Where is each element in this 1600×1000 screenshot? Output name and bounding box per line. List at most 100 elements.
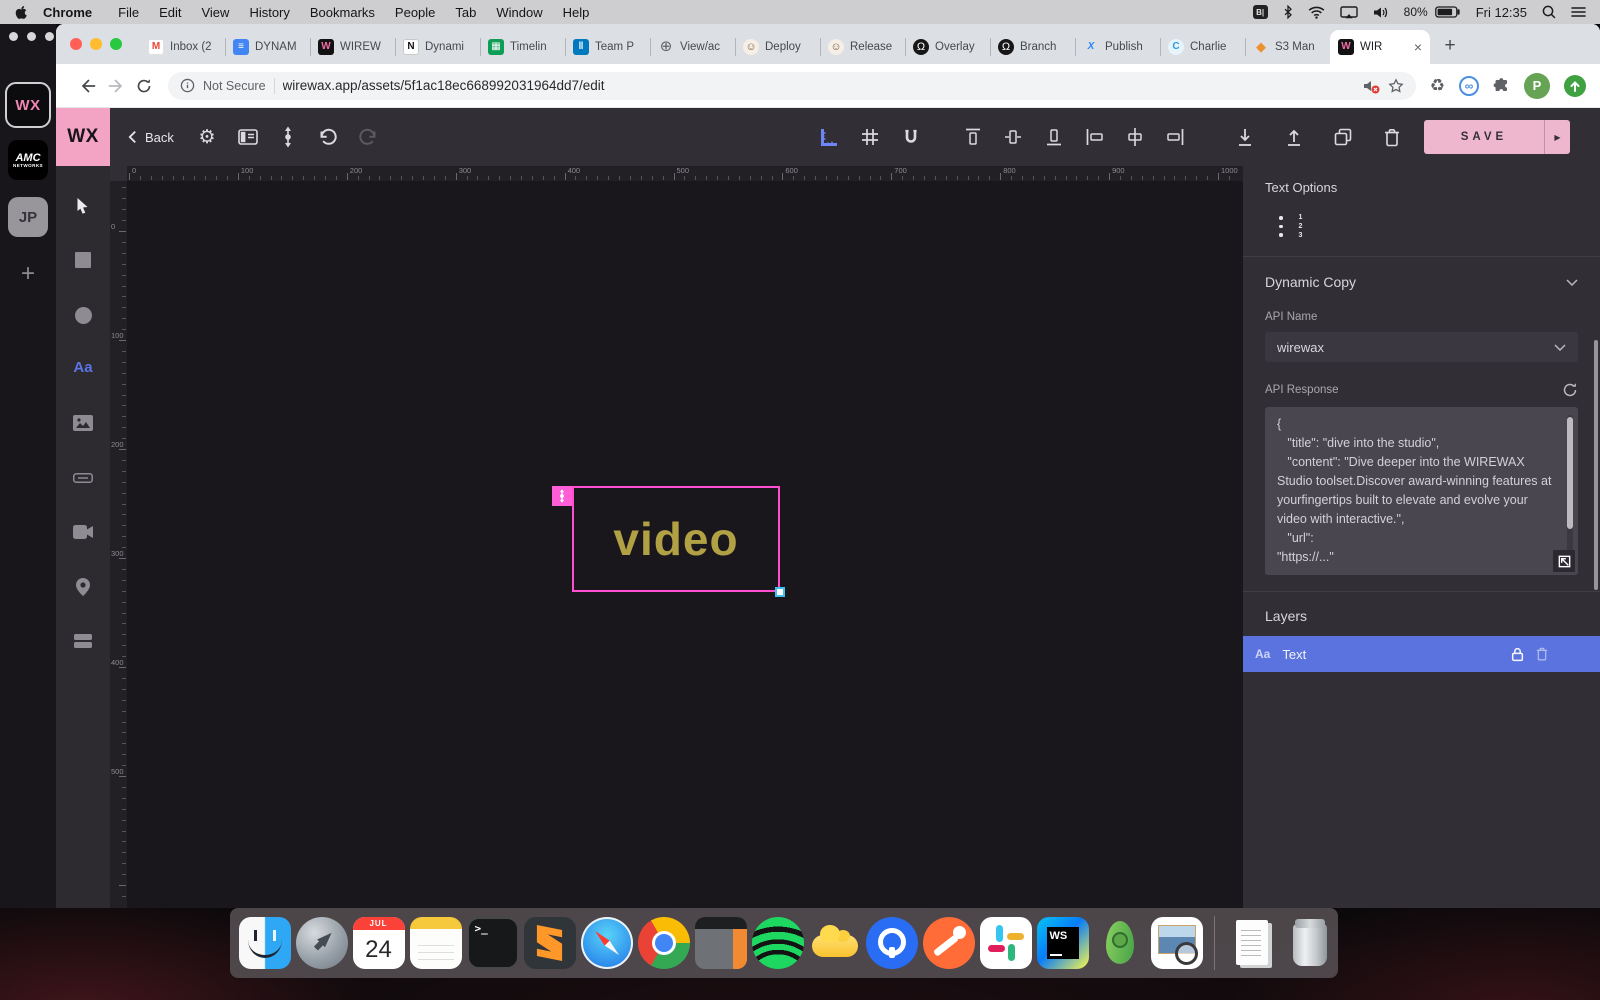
image-tool[interactable] — [56, 405, 110, 441]
redo-icon[interactable] — [355, 124, 381, 150]
video-tool[interactable] — [56, 514, 110, 550]
battery-icon[interactable] — [1435, 6, 1461, 18]
workspace-jp-avatar[interactable]: JP — [8, 197, 48, 237]
spotlight-icon[interactable] — [1542, 5, 1556, 19]
lock-icon[interactable] — [1511, 647, 1524, 662]
tab-google-docs[interactable]: ≡DYNAM — [225, 30, 310, 64]
canvas-text-element[interactable]: video — [572, 486, 780, 592]
close-icon[interactable]: × — [1414, 39, 1422, 55]
tab-wirewax[interactable]: WWIREW — [310, 30, 395, 64]
dynamic-copy-section[interactable]: Dynamic Copy — [1243, 274, 1600, 290]
input-source-icon[interactable]: B| — [1253, 5, 1268, 19]
grid-icon[interactable] — [857, 124, 883, 150]
selection-tracker-tag[interactable] — [552, 486, 572, 506]
textarea-scrollbar[interactable] — [1567, 415, 1573, 567]
ellipse-tool[interactable] — [56, 297, 110, 333]
delete-icon[interactable] — [1379, 124, 1405, 150]
strip-window-controls[interactable] — [0, 24, 56, 41]
bullet-list-icon[interactable] — [1279, 213, 1283, 237]
display-mirroring-icon[interactable] — [1340, 6, 1358, 19]
window-dot[interactable] — [27, 32, 36, 41]
volume-icon[interactable] — [1373, 6, 1389, 19]
layout-panels-icon[interactable] — [235, 124, 261, 150]
dock-item-pin[interactable] — [863, 908, 920, 978]
close-window-button[interactable] — [70, 38, 82, 50]
wirewax-logo[interactable]: WX — [56, 108, 110, 166]
tab-trello[interactable]: ‖Team P — [565, 30, 650, 64]
resize-handle[interactable] — [775, 587, 785, 597]
save-button[interactable]: SAVE ▶ — [1424, 120, 1570, 154]
editor-canvas[interactable]: video — [127, 181, 1243, 908]
dock-item-launchpad[interactable] — [293, 908, 350, 978]
tab-confluence[interactable]: XPublish — [1075, 30, 1160, 64]
move-forward-icon[interactable] — [1281, 124, 1307, 150]
layer-row-text[interactable]: Aa Text — [1243, 636, 1600, 672]
panel-scrollbar[interactable] — [1594, 340, 1598, 590]
save-options-arrow[interactable]: ▶ — [1544, 120, 1570, 154]
tab-wirewax[interactable]: WWIR× — [1330, 30, 1430, 64]
back-icon[interactable] — [74, 72, 102, 100]
align-middle-icon[interactable] — [1000, 124, 1026, 150]
menu-people[interactable]: People — [395, 5, 435, 20]
card-tool[interactable] — [56, 623, 110, 659]
profile-avatar[interactable]: P — [1524, 73, 1550, 99]
tab-google-sheets[interactable]: ▦Timelin — [480, 30, 565, 64]
api-name-select[interactable]: wirewax — [1265, 332, 1578, 362]
bookmark-star-icon[interactable] — [1388, 78, 1404, 94]
zoom-window-button[interactable] — [110, 38, 122, 50]
rectangle-tool[interactable] — [56, 242, 110, 278]
dock-item-finder[interactable] — [236, 908, 293, 978]
move-backward-icon[interactable] — [1232, 124, 1258, 150]
tab-github[interactable]: ΩBranch — [990, 30, 1075, 64]
expand-icon[interactable] — [1553, 550, 1575, 572]
align-right-icon[interactable] — [1162, 124, 1188, 150]
menu-bookmarks[interactable]: Bookmarks — [310, 5, 375, 20]
menu-edit[interactable]: Edit — [159, 5, 181, 20]
menu-tab[interactable]: Tab — [455, 5, 476, 20]
reload-icon[interactable] — [130, 72, 158, 100]
dock-item-safari[interactable] — [578, 908, 635, 978]
menu-window[interactable]: Window — [496, 5, 542, 20]
trash-icon[interactable] — [1536, 647, 1548, 661]
dock-item-sublime[interactable] — [521, 908, 578, 978]
tab-charlie[interactable]: CCharlie — [1160, 30, 1245, 64]
window-dot[interactable] — [45, 32, 54, 41]
workspace-wirewax-icon[interactable]: WX — [5, 82, 51, 128]
recycle-extension-icon[interactable]: ♻ — [1430, 77, 1445, 94]
bluetooth-icon[interactable] — [1283, 5, 1293, 19]
dock-item-terminal[interactable] — [464, 908, 521, 978]
settings-icon[interactable]: ⚙ — [194, 124, 220, 150]
tab-notion[interactable]: NDynami — [395, 30, 480, 64]
browser-update-icon[interactable] — [1564, 75, 1586, 97]
tab-globe[interactable]: ⊕View/ac — [650, 30, 735, 64]
menu-app-name[interactable]: Chrome — [43, 5, 92, 20]
align-left-icon[interactable] — [1082, 124, 1108, 150]
dock-item-mongodb[interactable] — [1091, 908, 1148, 978]
wifi-icon[interactable] — [1308, 6, 1325, 19]
refresh-icon[interactable] — [1562, 382, 1578, 398]
forward-icon[interactable] — [102, 72, 130, 100]
dock-item-cloudapp[interactable] — [806, 908, 863, 978]
dock-item-notes[interactable] — [407, 908, 464, 978]
button-tool[interactable] — [56, 460, 110, 496]
battery-percent[interactable]: 80% — [1404, 5, 1428, 19]
menu-view[interactable]: View — [201, 5, 229, 20]
security-label[interactable]: Not Secure — [203, 79, 266, 93]
location-tool[interactable] — [56, 569, 110, 605]
minimize-window-button[interactable] — [90, 38, 102, 50]
info-icon[interactable] — [180, 78, 195, 93]
dock-item-documents[interactable] — [1224, 908, 1281, 978]
dock-item-trash[interactable] — [1281, 908, 1338, 978]
window-dot[interactable] — [9, 32, 18, 41]
tracker-icon[interactable] — [275, 124, 301, 150]
select-tool[interactable] — [56, 188, 110, 224]
workspace-add-button[interactable]: + — [21, 260, 35, 288]
dock-item-preview[interactable] — [1148, 908, 1205, 978]
undo-icon[interactable] — [315, 124, 341, 150]
duplicate-icon[interactable] — [1330, 124, 1356, 150]
text-tool[interactable]: Aa — [56, 349, 110, 385]
dock-item-spotify[interactable] — [749, 908, 806, 978]
menu-file[interactable]: File — [118, 5, 139, 20]
scrollbar-thumb[interactable] — [1567, 417, 1573, 529]
tab-jenkins[interactable]: ☺Deploy — [735, 30, 820, 64]
